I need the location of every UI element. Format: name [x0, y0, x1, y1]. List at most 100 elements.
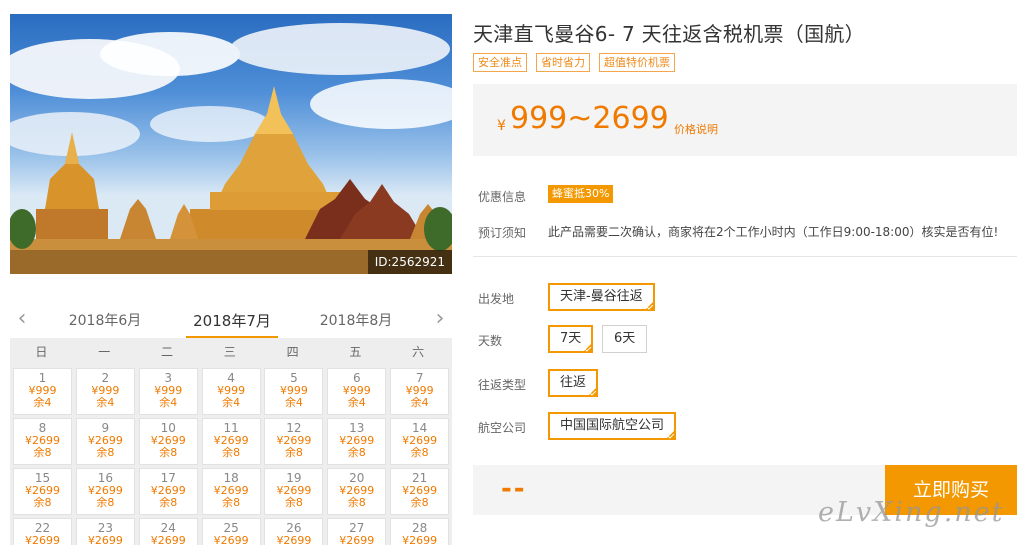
calendar-day[interactable]: 23 ¥2699: [75, 518, 135, 545]
day-stock: 余4: [33, 396, 52, 409]
departure-option[interactable]: 天津-曼谷往返: [548, 283, 655, 311]
month-tab-prev[interactable]: 2018年6月: [57, 310, 153, 330]
day-number: 26: [286, 521, 302, 535]
calendar-day[interactable]: 22 ¥2699: [13, 518, 72, 545]
currency-symbol: ¥: [497, 118, 506, 134]
calendar-day[interactable]: 12 ¥2699 余8: [264, 418, 324, 465]
day-number: 17: [160, 471, 176, 485]
calendar-day[interactable]: 27 ¥2699: [327, 518, 387, 545]
trip-type-option[interactable]: 往返: [548, 369, 599, 397]
day-stock: 余8: [159, 496, 178, 509]
day-stock: 余8: [284, 496, 303, 509]
section-divider: [473, 256, 1017, 257]
day-stock: 余4: [159, 396, 178, 409]
day-number: 15: [34, 471, 51, 485]
day-stock: 余8: [347, 446, 366, 459]
booking-notice: 此产品需要二次确认，商家将在2个工作小时内（工作日9:00-18:00）核实是否…: [548, 225, 999, 239]
day-number: 1: [38, 371, 47, 385]
weekday-label: 五: [349, 345, 362, 359]
calendar-day[interactable]: 28 ¥2699: [390, 518, 450, 545]
product-photo: ID:2562921: [10, 14, 452, 274]
day-number: 21: [412, 471, 428, 485]
days-option-6[interactable]: 6天: [602, 325, 648, 353]
calendar-day[interactable]: 16 ¥2699 余8: [75, 468, 135, 515]
trip-type-label: 往返类型: [478, 378, 527, 392]
day-stock: 余8: [33, 446, 52, 459]
days-option-7[interactable]: 7天: [548, 325, 594, 353]
day-stock: 余4: [222, 396, 241, 409]
calendar-day[interactable]: 13 ¥2699 余8: [327, 418, 387, 465]
calendar-day[interactable]: 25 ¥2699: [201, 518, 261, 545]
day-number: 13: [349, 421, 365, 435]
month-tab-next[interactable]: 2018年8月: [308, 310, 404, 330]
weekday-label: 四: [286, 345, 299, 359]
day-number: 28: [412, 521, 428, 535]
calendar-day[interactable]: 18 ¥2699 余8: [201, 468, 261, 515]
calendar-day[interactable]: 2 ¥999 余4: [75, 368, 135, 415]
price-explanation-link[interactable]: 价格说明: [674, 121, 718, 137]
day-number: 5: [290, 371, 298, 385]
photo-id-label: ID:2562921: [367, 250, 452, 274]
airline-option[interactable]: 中国国际航空公司: [548, 412, 677, 440]
price-calendar: 日 一 二 三 四 五 六 1 ¥999 余4 2 ¥999 余4 3 ¥999 余4 4 ¥999…: [10, 338, 452, 545]
day-number: 20: [349, 471, 365, 485]
weekday-label: 六: [412, 345, 425, 359]
day-number: 6: [352, 371, 361, 385]
chevron-right-icon[interactable]: ›: [430, 308, 450, 332]
calendar-day[interactable]: 10 ¥2699 余8: [138, 418, 198, 465]
calendar-day[interactable]: 17 ¥2699 余8: [138, 468, 198, 515]
day-stock: 余8: [410, 446, 429, 459]
calendar-day[interactable]: 19 ¥2699 余8: [264, 468, 324, 515]
day-number: 2: [101, 371, 110, 385]
day-number: 18: [223, 471, 239, 485]
month-tab-active[interactable]: 2018年7月: [184, 310, 280, 331]
calendar-day[interactable]: 24 ¥2699: [138, 518, 198, 545]
weekday-header: 日 一 二 三 四 五 六: [10, 338, 452, 366]
day-number: 24: [160, 521, 176, 535]
day-price: ¥2699: [402, 533, 438, 545]
day-stock: 余4: [284, 396, 303, 409]
product-page: ID:2562921 ‹ 2018年6月 2018年7月 2018年8月 › 日…: [0, 0, 1024, 545]
day-price: ¥2699: [276, 533, 312, 545]
day-stock: 余8: [96, 496, 115, 509]
discount-label: 优惠信息: [478, 190, 527, 204]
feature-tag: 超值特价机票: [599, 53, 675, 72]
calendar-day[interactable]: 5 ¥999 余4: [264, 368, 324, 415]
day-stock: 余8: [222, 446, 241, 459]
calendar-day[interactable]: 14 ¥2699 余8: [390, 418, 450, 465]
day-stock: 余8: [159, 446, 178, 459]
calendar-day[interactable]: 1 ¥999 余4: [13, 368, 72, 415]
day-stock: 余4: [96, 396, 115, 409]
calendar-day[interactable]: 11 ¥2699 余8: [201, 418, 261, 465]
calendar-day[interactable]: 21 ¥2699 余8: [390, 468, 450, 515]
calendar-day[interactable]: 3 ¥999 余4: [138, 368, 198, 415]
calendar-day[interactable]: 4 ¥999 余4: [201, 368, 261, 415]
calendar-day[interactable]: 8 ¥2699 余8: [13, 418, 72, 465]
day-number: 22: [34, 521, 51, 535]
weekday-label: 日: [35, 345, 48, 359]
calendar-day[interactable]: 20 ¥2699 余8: [327, 468, 387, 515]
day-price: ¥2699: [339, 533, 375, 545]
calendar-day[interactable]: 26 ¥2699: [264, 518, 324, 545]
day-price: ¥2699: [150, 533, 186, 545]
day-price: ¥2699: [25, 533, 60, 545]
day-number: 9: [101, 421, 110, 435]
day-number: 23: [97, 521, 113, 535]
day-stock: 余8: [347, 496, 366, 509]
day-number: 27: [349, 521, 365, 535]
month-navigation: ‹ 2018年6月 2018年7月 2018年8月 ›: [10, 300, 452, 340]
day-number: 25: [223, 521, 239, 535]
calendar-day[interactable]: 7 ¥999 余4: [390, 368, 450, 415]
calendar-day[interactable]: 15 ¥2699 余8: [13, 468, 72, 515]
day-number: 11: [223, 421, 239, 435]
calendar-day[interactable]: 9 ¥2699 余8: [75, 418, 135, 465]
day-price: ¥2699: [213, 533, 249, 545]
day-number: 4: [227, 371, 235, 385]
days-label: 天数: [478, 334, 503, 348]
day-stock: 余8: [33, 496, 52, 509]
day-number: 8: [38, 421, 47, 435]
airline-label: 航空公司: [478, 421, 527, 435]
day-price: ¥2699: [87, 533, 123, 545]
chevron-left-icon[interactable]: ‹: [12, 308, 32, 332]
calendar-day[interactable]: 6 ¥999 余4: [327, 368, 387, 415]
